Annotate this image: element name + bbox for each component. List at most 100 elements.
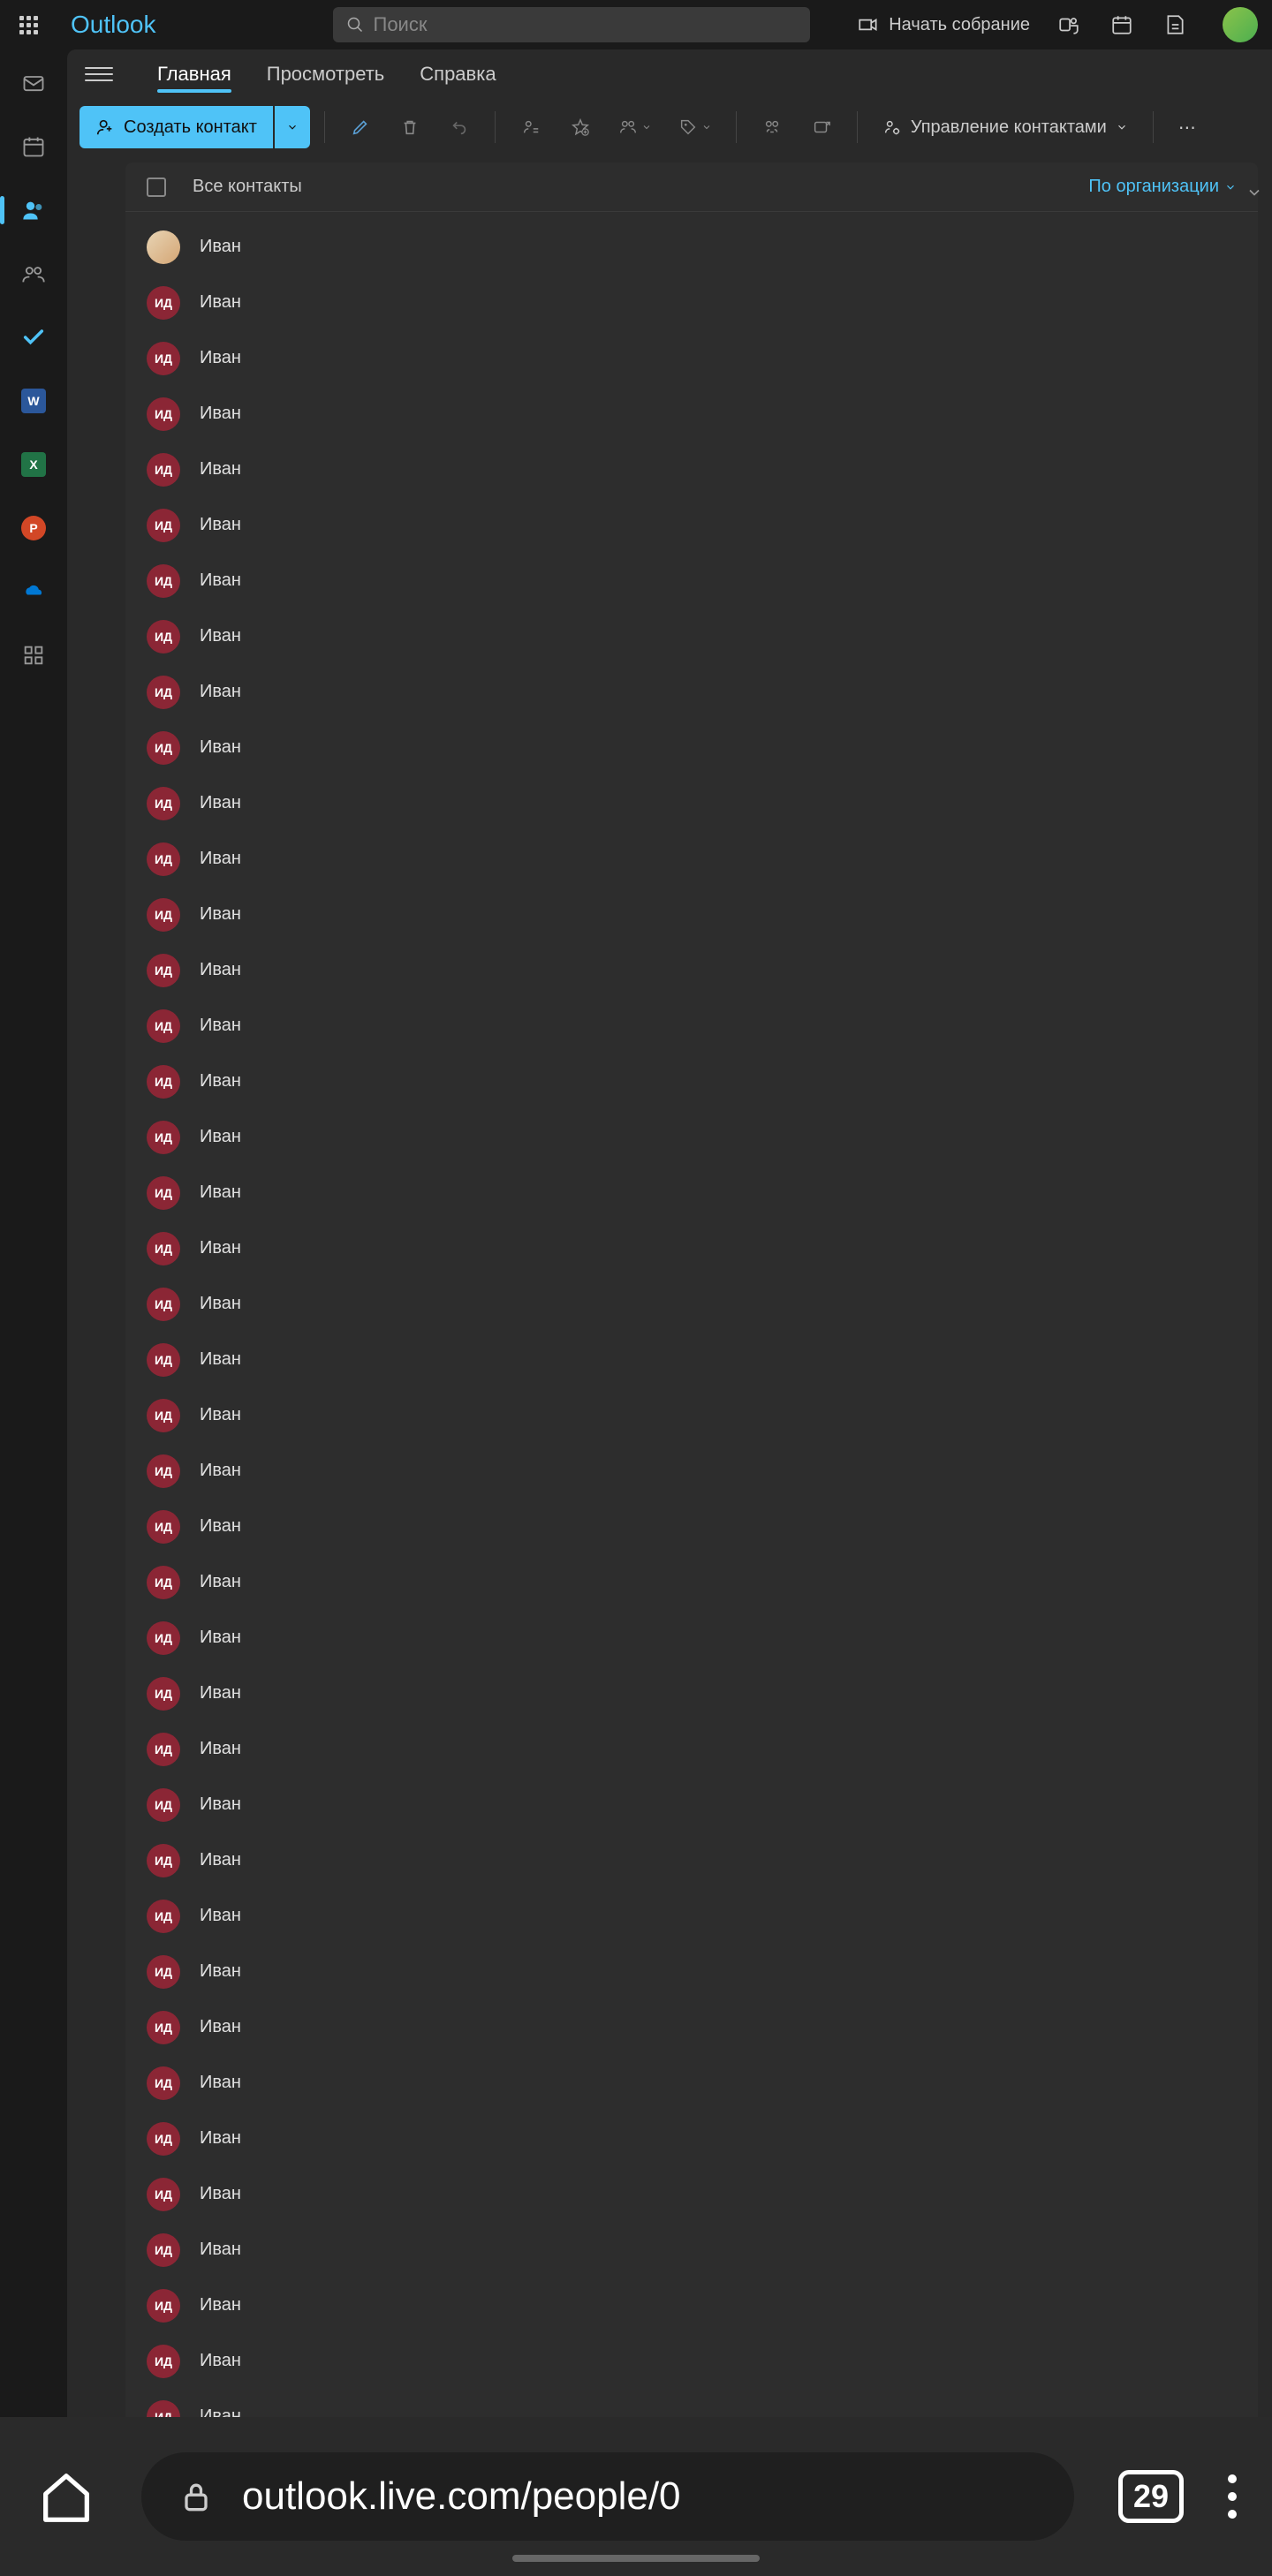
contact-row[interactable]: ИДИван (125, 1332, 1258, 1387)
delete-button[interactable] (389, 106, 431, 148)
link-contacts-button[interactable] (751, 106, 793, 148)
contact-row[interactable]: ИДИван (125, 831, 1258, 887)
rail-todo[interactable] (18, 321, 49, 353)
contact-row[interactable]: ИДИван (125, 1220, 1258, 1276)
contact-row[interactable]: ИДИван (125, 942, 1258, 998)
contact-avatar-initials: ИД (147, 2066, 180, 2100)
contact-row[interactable]: ИДИван (125, 1944, 1258, 1999)
pencil-icon (351, 117, 370, 137)
contact-row[interactable]: ИДИван (125, 330, 1258, 386)
export-button[interactable] (800, 106, 843, 148)
contact-name: Иван (200, 1572, 241, 1592)
teams-button[interactable] (1055, 11, 1083, 39)
contact-name: Иван (200, 1182, 241, 1203)
app-launcher-button[interactable] (14, 11, 42, 39)
contact-row[interactable]: ИДИван (125, 1554, 1258, 1610)
contact-row[interactable]: ИДИван (125, 887, 1258, 942)
contact-row[interactable]: ИДИван (125, 1999, 1258, 2055)
contact-row[interactable]: ИДИван (125, 386, 1258, 442)
contact-avatar-initials: ИД (147, 787, 180, 820)
star-icon (571, 117, 590, 137)
tab-help[interactable]: Справка (420, 50, 496, 98)
favorite-button[interactable] (559, 106, 602, 148)
contact-row[interactable]: ИДИван (125, 1499, 1258, 1554)
contact-row[interactable]: ИДИван (125, 2055, 1258, 2111)
contact-row[interactable]: ИДИван (125, 1888, 1258, 1944)
contact-row[interactable]: ИДИван (125, 497, 1258, 553)
contact-row[interactable]: ИДИван (125, 2111, 1258, 2166)
contact-avatar-initials: ИД (147, 1788, 180, 1822)
more-options-button[interactable]: ⋯ (1168, 117, 1207, 139)
notes-button[interactable] (1161, 11, 1189, 39)
edit-button[interactable] (339, 106, 382, 148)
calendar-icon (21, 134, 46, 159)
tab-home[interactable]: Главная (157, 50, 231, 98)
rail-calendar[interactable] (18, 131, 49, 162)
contact-row[interactable]: ИДИван (125, 1165, 1258, 1220)
browser-menu-button[interactable] (1228, 2474, 1237, 2519)
contact-row[interactable]: ИДИван (125, 442, 1258, 497)
contact-row[interactable]: ИДИван (125, 998, 1258, 1054)
undo-button[interactable] (438, 106, 481, 148)
contact-row[interactable]: ИДИван (125, 275, 1258, 330)
contact-avatar-initials: ИД (147, 1955, 180, 1989)
rail-people[interactable] (18, 194, 49, 226)
contact-row[interactable]: ИДИван (125, 553, 1258, 608)
contact-row[interactable]: ИДИван (125, 608, 1258, 664)
rail-onedrive[interactable] (18, 576, 49, 608)
url-bar[interactable]: outlook.live.com/people/0 (141, 2452, 1074, 2541)
rail-powerpoint[interactable]: P (18, 512, 49, 544)
contact-row[interactable]: ИДИван (125, 1443, 1258, 1499)
contact-row[interactable]: ИДИван (125, 664, 1258, 720)
rail-more-apps[interactable] (18, 639, 49, 671)
rail-mail[interactable] (18, 67, 49, 99)
browser-tabs-button[interactable]: 29 (1118, 2470, 1184, 2523)
search-box[interactable] (333, 7, 810, 42)
word-icon: W (21, 389, 46, 413)
contact-row[interactable]: ИДИван (125, 1387, 1258, 1443)
add-to-list-button[interactable] (510, 106, 552, 148)
contact-row[interactable]: ИДИван (125, 1610, 1258, 1666)
contact-name: Иван (200, 2351, 241, 2371)
main-area: Главная Просмотреть Справка Создать конт… (67, 49, 1272, 2576)
contact-row[interactable]: ИДИван (125, 720, 1258, 775)
user-avatar[interactable] (1223, 7, 1258, 42)
nav-toggle-button[interactable] (85, 60, 113, 88)
create-contact-button[interactable]: Создать контакт (80, 106, 273, 148)
add-to-group-button[interactable] (609, 106, 662, 148)
ribbon-collapse-button[interactable] (1246, 184, 1263, 206)
contact-row[interactable]: ИДИван (125, 2166, 1258, 2222)
contact-row[interactable]: ИДИван (125, 1666, 1258, 1721)
select-all-checkbox[interactable] (147, 178, 166, 197)
contact-name: Иван (200, 682, 241, 702)
contact-row[interactable]: ИДИван (125, 775, 1258, 831)
contact-row[interactable]: ИДИван (125, 1276, 1258, 1332)
rail-word[interactable]: W (18, 385, 49, 417)
contact-row[interactable]: ИДИван (125, 1054, 1258, 1109)
create-contact-dropdown[interactable] (275, 106, 310, 148)
contact-row[interactable]: ИДИван (125, 1721, 1258, 1777)
add-category-button[interactable] (669, 106, 722, 148)
contact-name: Иван (200, 292, 241, 313)
contact-row[interactable]: ИДИван (125, 2222, 1258, 2278)
contact-row[interactable]: ИДИван (125, 1109, 1258, 1165)
calendar-button[interactable] (1108, 11, 1136, 39)
contact-row[interactable]: Иван (125, 219, 1258, 275)
contact-row[interactable]: ИДИван (125, 2278, 1258, 2333)
manage-contacts-button[interactable]: Управление контактами (872, 106, 1139, 148)
contact-row[interactable]: ИДИван (125, 2333, 1258, 2389)
start-meeting-button[interactable]: Начать собрание (857, 13, 1030, 36)
contact-avatar-initials: ИД (147, 509, 180, 542)
search-input[interactable] (374, 13, 796, 36)
tab-view[interactable]: Просмотреть (267, 50, 385, 98)
rail-groups[interactable] (18, 258, 49, 290)
brand-logo[interactable]: Outlook (71, 11, 156, 39)
contact-avatar-initials: ИД (147, 1009, 180, 1043)
contact-list: ИванИДИванИДИванИДИванИДИванИДИванИДИван… (125, 212, 1258, 2507)
contact-row[interactable]: ИДИван (125, 1777, 1258, 1832)
browser-home-button[interactable] (35, 2466, 97, 2527)
card-share-icon (812, 117, 831, 137)
sort-button[interactable]: По организации (1088, 177, 1237, 197)
contact-row[interactable]: ИДИван (125, 1832, 1258, 1888)
rail-excel[interactable]: X (18, 449, 49, 480)
